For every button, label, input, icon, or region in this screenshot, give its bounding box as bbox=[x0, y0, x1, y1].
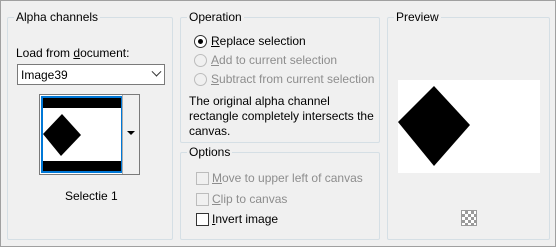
preview-canvas bbox=[398, 80, 540, 173]
preview-title: Preview bbox=[394, 10, 441, 24]
alpha-channels-title: Alpha channels bbox=[14, 10, 101, 24]
transparency-checker-icon[interactable] bbox=[461, 210, 477, 226]
clip-to-canvas-label[interactable]: Clip to canvas bbox=[212, 192, 287, 206]
preview-image bbox=[398, 86, 470, 166]
alpha-channel-thumbnail[interactable] bbox=[41, 96, 123, 173]
thumbnail-image bbox=[43, 98, 121, 171]
document-select[interactable]: Image39 bbox=[17, 64, 165, 85]
subtract-from-selection-label[interactable]: Subtract from current selection bbox=[211, 72, 374, 86]
options-title: Options bbox=[187, 145, 233, 159]
operation-title: Operation bbox=[187, 10, 244, 24]
move-to-upper-left-checkbox[interactable] bbox=[196, 172, 209, 185]
thumbnail-caption: Selectie 1 bbox=[65, 189, 118, 203]
invert-image-label[interactable]: Invert image bbox=[212, 212, 278, 226]
clip-to-canvas-checkbox[interactable] bbox=[196, 193, 209, 206]
add-to-selection-label[interactable]: Add to current selection bbox=[211, 53, 337, 67]
dialog-frame: Alpha channels Load from document: Image… bbox=[0, 0, 556, 247]
load-from-document-label: Load from document: bbox=[16, 46, 130, 60]
add-to-selection-radio[interactable] bbox=[194, 54, 207, 67]
document-select-value: Image39 bbox=[21, 68, 68, 82]
alpha-channel-thumbnail-picker[interactable] bbox=[39, 94, 140, 175]
thumbnail-dropdown-button[interactable] bbox=[122, 95, 139, 174]
move-to-upper-left-label[interactable]: Move to upper left of canvas bbox=[212, 171, 363, 185]
replace-selection-label[interactable]: Replace selection bbox=[211, 34, 306, 48]
subtract-from-selection-radio[interactable] bbox=[194, 73, 207, 86]
replace-selection-radio[interactable] bbox=[194, 35, 207, 48]
operation-description: The original alpha channel rectangle com… bbox=[189, 94, 374, 138]
dropdown-arrow-icon bbox=[127, 131, 135, 135]
chevron-down-icon bbox=[151, 66, 162, 77]
invert-image-checkbox[interactable] bbox=[196, 213, 209, 226]
